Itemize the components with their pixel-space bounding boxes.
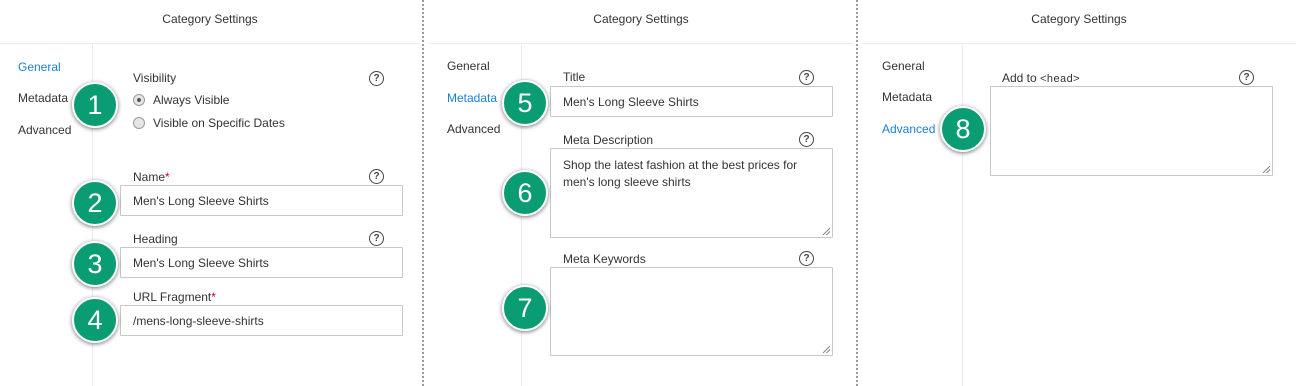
nav-item-advanced[interactable]: Advanced bbox=[882, 122, 935, 136]
radio-label: Visible on Specific Dates bbox=[153, 116, 285, 130]
add-to-head-field[interactable] bbox=[990, 86, 1273, 176]
header-divider bbox=[0, 43, 420, 44]
heading-field[interactable]: Men's Long Sleeve Shirts bbox=[120, 247, 403, 278]
help-icon[interactable]: ? bbox=[369, 71, 384, 86]
step-badge: 8 bbox=[940, 106, 986, 152]
radio-button-checked[interactable] bbox=[133, 94, 145, 106]
step-badge: 4 bbox=[72, 297, 118, 343]
panel-title: Category Settings bbox=[593, 12, 689, 26]
name-label: Name* bbox=[133, 170, 170, 184]
panel-separator bbox=[422, 0, 424, 386]
title-field[interactable]: Men's Long Sleeve Shirts bbox=[550, 86, 833, 117]
meta-keywords-field[interactable] bbox=[550, 267, 833, 356]
resize-handle[interactable] bbox=[823, 228, 830, 235]
url-fragment-field[interactable]: /mens-long-sleeve-shirts bbox=[120, 305, 403, 336]
nav-item-general[interactable]: General bbox=[18, 60, 61, 74]
step-badge: 5 bbox=[502, 80, 548, 126]
help-icon[interactable]: ? bbox=[369, 169, 384, 184]
head-code-label: <head> bbox=[1040, 74, 1080, 86]
url-fragment-label: URL Fragment* bbox=[133, 290, 216, 304]
step-badge: 2 bbox=[72, 180, 118, 226]
nav-item-metadata[interactable]: Metadata bbox=[18, 91, 68, 105]
step-badge: 6 bbox=[502, 170, 548, 216]
nav-item-advanced[interactable]: Advanced bbox=[447, 122, 500, 136]
panel-general: Category Settings General Metadata Advan… bbox=[0, 0, 420, 386]
help-icon[interactable]: ? bbox=[369, 231, 384, 246]
meta-description-label: Meta Description bbox=[563, 133, 654, 147]
required-mark: * bbox=[165, 170, 170, 184]
nav-item-general[interactable]: General bbox=[447, 59, 490, 73]
radio-button[interactable] bbox=[133, 117, 145, 129]
help-icon[interactable]: ? bbox=[1239, 70, 1254, 85]
required-mark: * bbox=[211, 290, 216, 304]
help-icon[interactable]: ? bbox=[799, 132, 814, 147]
meta-description-field[interactable]: Shop the latest fashion at the best pric… bbox=[550, 148, 833, 238]
step-badge: 3 bbox=[72, 241, 118, 287]
radio-always-visible[interactable]: Always Visible bbox=[133, 93, 229, 107]
nav-item-general[interactable]: General bbox=[882, 59, 925, 73]
radio-label: Always Visible bbox=[153, 93, 230, 107]
nav-item-metadata[interactable]: Metadata bbox=[447, 91, 497, 105]
step-badge: 1 bbox=[72, 82, 118, 128]
title-label: Title bbox=[563, 70, 586, 84]
meta-description-text: Shop the latest fashion at the best pric… bbox=[563, 158, 798, 189]
help-icon[interactable]: ? bbox=[799, 251, 814, 266]
visibility-label: Visibility bbox=[133, 71, 177, 85]
help-icon[interactable]: ? bbox=[799, 70, 814, 85]
panel-title: Category Settings bbox=[1031, 12, 1127, 26]
meta-keywords-label: Meta Keywords bbox=[563, 252, 646, 266]
panel-advanced: Category Settings General Metadata Advan… bbox=[862, 0, 1296, 386]
step-badge: 7 bbox=[502, 285, 548, 331]
heading-label: Heading bbox=[133, 232, 178, 246]
nav-divider bbox=[962, 44, 963, 386]
panel-metadata: Category Settings General Metadata Advan… bbox=[428, 0, 854, 386]
panel-title: Category Settings bbox=[162, 12, 258, 26]
radio-specific-dates[interactable]: Visible on Specific Dates bbox=[133, 116, 285, 130]
resize-handle[interactable] bbox=[823, 346, 830, 353]
resize-handle[interactable] bbox=[1263, 166, 1270, 173]
header-divider bbox=[428, 43, 854, 44]
header-divider bbox=[862, 43, 1296, 44]
name-field[interactable]: Men's Long Sleeve Shirts bbox=[120, 185, 403, 216]
panel-separator bbox=[856, 0, 858, 386]
add-to-head-label: Add to <head> bbox=[1002, 71, 1080, 86]
nav-item-advanced[interactable]: Advanced bbox=[18, 123, 71, 137]
nav-item-metadata[interactable]: Metadata bbox=[882, 90, 932, 104]
